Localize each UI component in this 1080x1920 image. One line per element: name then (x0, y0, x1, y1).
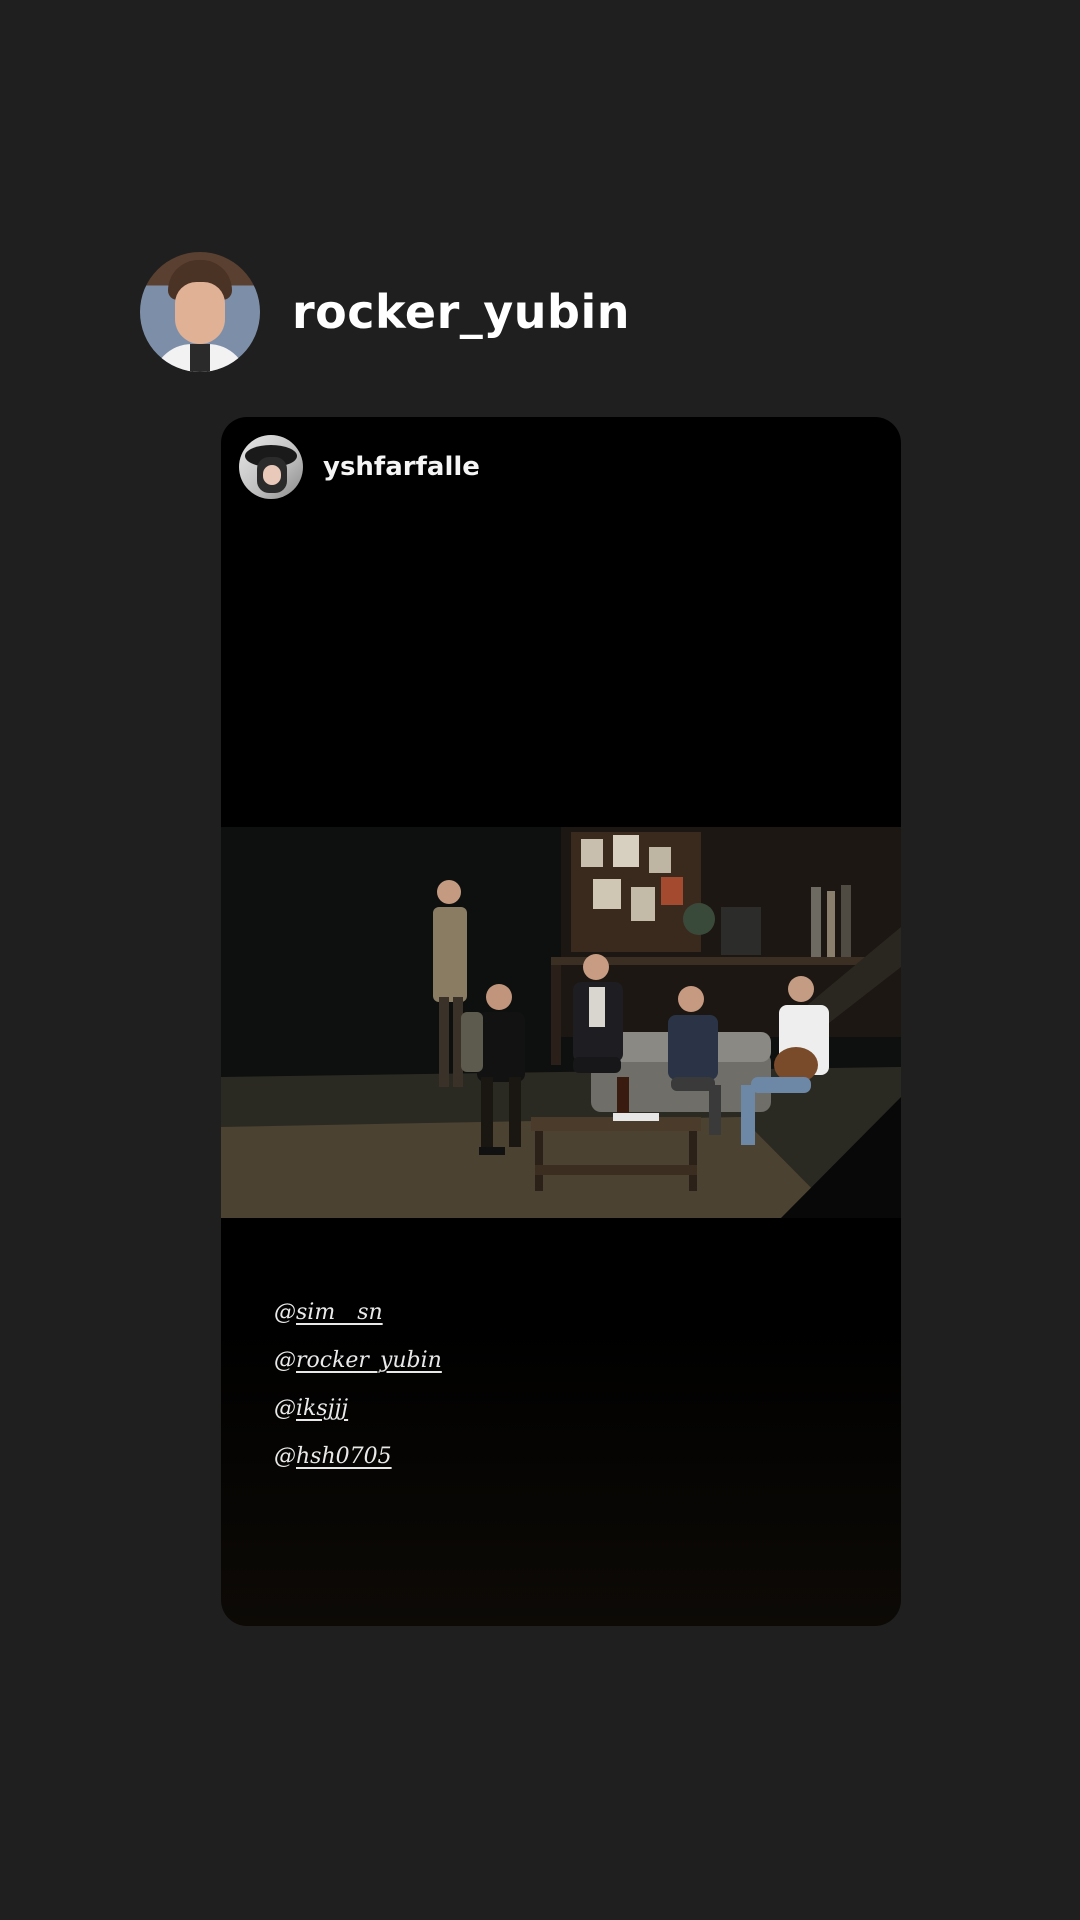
globe (683, 903, 715, 935)
avatar-face (175, 282, 225, 344)
stage-photo-illustration (221, 827, 901, 1218)
performer-leg (509, 1077, 521, 1147)
performer-leg (741, 1085, 755, 1145)
paper-note (581, 839, 603, 867)
performer-leg (481, 1077, 493, 1152)
paper-note (631, 887, 655, 921)
table-leg (689, 1131, 697, 1191)
performer-legs (573, 1057, 621, 1073)
performer-head (486, 984, 512, 1010)
paper-note (613, 835, 639, 867)
shelf-leg (551, 965, 561, 1065)
paper-note (649, 847, 671, 873)
mention-handle[interactable]: sim__sn (296, 1300, 383, 1325)
performer-jeans (751, 1077, 811, 1093)
mentions-list: @sim__sn @rocker_yubin @iksjjj @hsh0705 (274, 1289, 442, 1481)
mention-at: @ (274, 1348, 296, 1373)
performer-coat (433, 907, 467, 1002)
mention-at: @ (274, 1444, 296, 1469)
shelf-books (827, 891, 835, 957)
table-shelf (535, 1165, 697, 1175)
performer-shirt (589, 987, 605, 1027)
performer-jacket (668, 1015, 718, 1080)
bottle (617, 1077, 629, 1119)
mention-handle[interactable]: rocker_yubin (296, 1348, 442, 1373)
papers-on-table (613, 1113, 659, 1121)
performer-head (583, 954, 609, 980)
mention-at: @ (274, 1396, 296, 1421)
mention-at: @ (274, 1300, 296, 1325)
performer-leg (709, 1085, 721, 1135)
paper-note (661, 877, 683, 905)
mention-item[interactable]: @iksjjj (274, 1385, 442, 1433)
mention-item[interactable]: @sim__sn (274, 1289, 442, 1337)
avatar-face (263, 465, 281, 485)
performer-shoe (479, 1147, 505, 1155)
shelf-books (811, 887, 821, 957)
performer-legs (671, 1077, 715, 1091)
performer-shirt (477, 1012, 525, 1082)
shelf-books (841, 885, 851, 957)
performer-jacket (461, 1012, 483, 1072)
performer-leg (439, 997, 449, 1087)
paper-note (593, 879, 621, 909)
story-header: rocker_yubin (140, 252, 630, 372)
card-header: yshfarfalle (239, 435, 480, 499)
performer-head (788, 976, 814, 1002)
shared-story-card[interactable]: yshfarfalle @sim__sn @rocker_yubin @iksj… (221, 417, 901, 1626)
shelf-object (721, 907, 761, 955)
profile-username[interactable]: rocker_yubin (292, 285, 630, 339)
performer-head (678, 986, 704, 1012)
mention-handle[interactable]: hsh0705 (296, 1444, 392, 1469)
mention-item[interactable]: @rocker_yubin (274, 1337, 442, 1385)
card-avatar[interactable] (239, 435, 303, 499)
stage-photo[interactable] (221, 827, 901, 1218)
performer-head (437, 880, 461, 904)
card-username[interactable]: yshfarfalle (323, 452, 480, 482)
mention-handle[interactable]: iksjjj (296, 1396, 348, 1421)
profile-avatar[interactable] (140, 252, 260, 372)
avatar-collar (190, 344, 210, 372)
table-leg (535, 1131, 543, 1191)
mention-item[interactable]: @hsh0705 (274, 1433, 442, 1481)
